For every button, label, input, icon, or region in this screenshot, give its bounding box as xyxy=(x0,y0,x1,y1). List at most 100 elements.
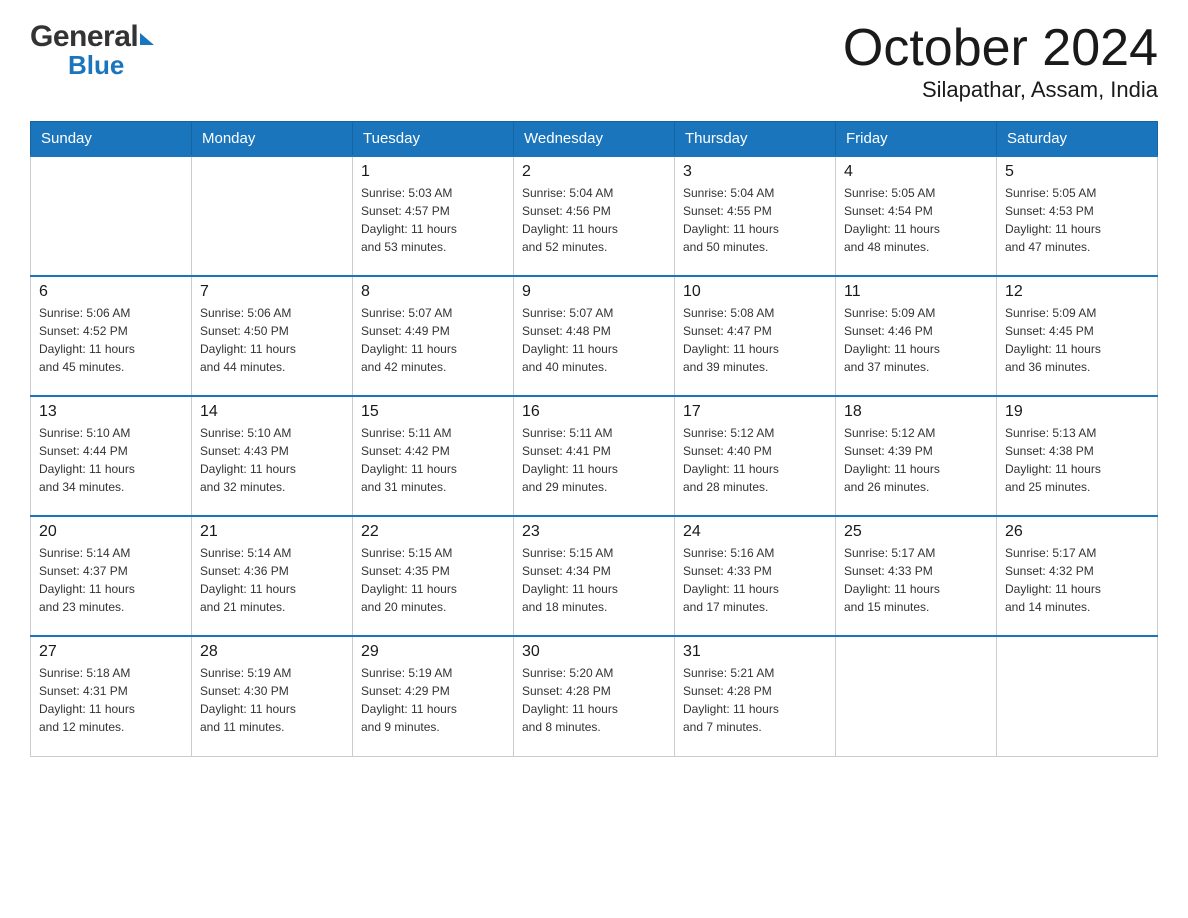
table-row: 14 Sunrise: 5:10 AMSunset: 4:43 PMDayligh… xyxy=(192,396,353,516)
col-sunday: Sunday xyxy=(31,122,192,157)
day-number: 6 xyxy=(39,283,183,301)
day-info: Sunrise: 5:19 AMSunset: 4:29 PMDaylight:… xyxy=(361,664,505,736)
day-info: Sunrise: 5:20 AMSunset: 4:28 PMDaylight:… xyxy=(522,664,666,736)
table-row: 25Sunrise: 5:17 AMSunset: 4:33 PMDayligh… xyxy=(836,516,997,636)
calendar-subtitle: Silapathar, Assam, India xyxy=(843,77,1158,103)
day-number: 3 xyxy=(683,163,827,181)
logo: General Blue xyxy=(30,20,154,81)
table-row xyxy=(31,156,192,276)
table-row: 28 Sunrise: 5:19 AMSunset: 4:30 PMDayligh… xyxy=(192,636,353,756)
table-row: 23Sunrise: 5:15 AMSunset: 4:34 PMDayligh… xyxy=(514,516,675,636)
day-info: Sunrise: 5:16 AMSunset: 4:33 PMDaylight:… xyxy=(683,544,827,616)
table-row: 13Sunrise: 5:10 AMSunset: 4:44 PMDayligh… xyxy=(31,396,192,516)
day-info: Sunrise: 5:10 AMSunset: 4:43 PMDaylight:… xyxy=(200,424,344,496)
table-row: 2Sunrise: 5:04 AMSunset: 4:56 PMDaylight… xyxy=(514,156,675,276)
day-info: Sunrise: 5:04 AMSunset: 4:55 PMDaylight:… xyxy=(683,184,827,256)
table-row: 17 Sunrise: 5:12 AMSunset: 4:40 PMDayligh… xyxy=(675,396,836,516)
day-info: Sunrise: 5:12 AMSunset: 4:39 PMDaylight:… xyxy=(844,424,988,496)
day-info: Sunrise: 5:05 AMSunset: 4:54 PMDaylight:… xyxy=(844,184,988,256)
day-info: Sunrise: 5:10 AMSunset: 4:44 PMDaylight:… xyxy=(39,424,183,496)
day-info: Sunrise: 5:07 AMSunset: 4:49 PMDaylight:… xyxy=(361,304,505,376)
table-row: 30Sunrise: 5:20 AMSunset: 4:28 PMDayligh… xyxy=(514,636,675,756)
day-info: Sunrise: 5:07 AMSunset: 4:48 PMDaylight:… xyxy=(522,304,666,376)
table-row: 20Sunrise: 5:14 AMSunset: 4:37 PMDayligh… xyxy=(31,516,192,636)
calendar-week-row: 6 Sunrise: 5:06 AMSunset: 4:52 PMDaylight… xyxy=(31,276,1158,396)
day-info: Sunrise: 5:18 AMSunset: 4:31 PMDaylight:… xyxy=(39,664,183,736)
day-info: Sunrise: 5:05 AMSunset: 4:53 PMDaylight:… xyxy=(1005,184,1149,256)
day-number: 26 xyxy=(1005,523,1149,541)
title-block: October 2024 Silapathar, Assam, India xyxy=(843,20,1158,103)
day-number: 5 xyxy=(1005,163,1149,181)
col-wednesday: Wednesday xyxy=(514,122,675,157)
day-info: Sunrise: 5:15 AMSunset: 4:35 PMDaylight:… xyxy=(361,544,505,616)
col-friday: Friday xyxy=(836,122,997,157)
col-tuesday: Tuesday xyxy=(353,122,514,157)
table-row: 8 Sunrise: 5:07 AMSunset: 4:49 PMDaylight… xyxy=(353,276,514,396)
logo-blue-text: Blue xyxy=(68,50,124,81)
day-number: 18 xyxy=(844,403,988,421)
day-number: 14 xyxy=(200,403,344,421)
day-number: 8 xyxy=(361,283,505,301)
day-number: 17 xyxy=(683,403,827,421)
table-row: 6 Sunrise: 5:06 AMSunset: 4:52 PMDaylight… xyxy=(31,276,192,396)
table-row: 26 Sunrise: 5:17 AMSunset: 4:32 PMDayligh… xyxy=(997,516,1158,636)
table-row: 27 Sunrise: 5:18 AMSunset: 4:31 PMDayligh… xyxy=(31,636,192,756)
table-row: 9 Sunrise: 5:07 AMSunset: 4:48 PMDaylight… xyxy=(514,276,675,396)
day-number: 10 xyxy=(683,283,827,301)
day-number: 19 xyxy=(1005,403,1149,421)
day-number: 27 xyxy=(39,643,183,661)
day-number: 9 xyxy=(522,283,666,301)
table-row: 21Sunrise: 5:14 AMSunset: 4:36 PMDayligh… xyxy=(192,516,353,636)
table-row xyxy=(192,156,353,276)
table-row: 31Sunrise: 5:21 AMSunset: 4:28 PMDayligh… xyxy=(675,636,836,756)
calendar-week-row: 20Sunrise: 5:14 AMSunset: 4:37 PMDayligh… xyxy=(31,516,1158,636)
day-number: 21 xyxy=(200,523,344,541)
day-info: Sunrise: 5:06 AMSunset: 4:52 PMDaylight:… xyxy=(39,304,183,376)
table-row: 12 Sunrise: 5:09 AMSunset: 4:45 PMDayligh… xyxy=(997,276,1158,396)
table-row: 16Sunrise: 5:11 AMSunset: 4:41 PMDayligh… xyxy=(514,396,675,516)
day-info: Sunrise: 5:09 AMSunset: 4:46 PMDaylight:… xyxy=(844,304,988,376)
day-info: Sunrise: 5:19 AMSunset: 4:30 PMDaylight:… xyxy=(200,664,344,736)
day-info: Sunrise: 5:14 AMSunset: 4:37 PMDaylight:… xyxy=(39,544,183,616)
col-saturday: Saturday xyxy=(997,122,1158,157)
day-number: 23 xyxy=(522,523,666,541)
day-number: 24 xyxy=(683,523,827,541)
calendar-table: Sunday Monday Tuesday Wednesday Thursday… xyxy=(30,121,1158,757)
day-info: Sunrise: 5:06 AMSunset: 4:50 PMDaylight:… xyxy=(200,304,344,376)
day-number: 28 xyxy=(200,643,344,661)
day-info: Sunrise: 5:17 AMSunset: 4:33 PMDaylight:… xyxy=(844,544,988,616)
calendar-week-row: 13Sunrise: 5:10 AMSunset: 4:44 PMDayligh… xyxy=(31,396,1158,516)
table-row: 24 Sunrise: 5:16 AMSunset: 4:33 PMDayligh… xyxy=(675,516,836,636)
weekday-header-row: Sunday Monday Tuesday Wednesday Thursday… xyxy=(31,122,1158,157)
day-info: Sunrise: 5:12 AMSunset: 4:40 PMDaylight:… xyxy=(683,424,827,496)
day-number: 15 xyxy=(361,403,505,421)
table-row: 15 Sunrise: 5:11 AMSunset: 4:42 PMDayligh… xyxy=(353,396,514,516)
calendar-title: October 2024 xyxy=(843,20,1158,77)
day-info: Sunrise: 5:04 AMSunset: 4:56 PMDaylight:… xyxy=(522,184,666,256)
day-number: 12 xyxy=(1005,283,1149,301)
day-number: 16 xyxy=(522,403,666,421)
day-info: Sunrise: 5:03 AMSunset: 4:57 PMDaylight:… xyxy=(361,184,505,256)
day-info: Sunrise: 5:08 AMSunset: 4:47 PMDaylight:… xyxy=(683,304,827,376)
day-info: Sunrise: 5:11 AMSunset: 4:42 PMDaylight:… xyxy=(361,424,505,496)
day-number: 11 xyxy=(844,283,988,301)
table-row xyxy=(836,636,997,756)
table-row: 19Sunrise: 5:13 AMSunset: 4:38 PMDayligh… xyxy=(997,396,1158,516)
table-row: 22Sunrise: 5:15 AMSunset: 4:35 PMDayligh… xyxy=(353,516,514,636)
col-monday: Monday xyxy=(192,122,353,157)
day-info: Sunrise: 5:09 AMSunset: 4:45 PMDaylight:… xyxy=(1005,304,1149,376)
day-info: Sunrise: 5:17 AMSunset: 4:32 PMDaylight:… xyxy=(1005,544,1149,616)
col-thursday: Thursday xyxy=(675,122,836,157)
calendar-week-row: 1Sunrise: 5:03 AMSunset: 4:57 PMDaylight… xyxy=(31,156,1158,276)
day-number: 4 xyxy=(844,163,988,181)
table-row: 7Sunrise: 5:06 AMSunset: 4:50 PMDaylight… xyxy=(192,276,353,396)
table-row: 1Sunrise: 5:03 AMSunset: 4:57 PMDaylight… xyxy=(353,156,514,276)
day-number: 29 xyxy=(361,643,505,661)
logo-general-text: General xyxy=(30,20,138,54)
table-row xyxy=(997,636,1158,756)
table-row: 29 Sunrise: 5:19 AMSunset: 4:29 PMDayligh… xyxy=(353,636,514,756)
page-header: General Blue October 2024 Silapathar, As… xyxy=(30,20,1158,103)
table-row: 5 Sunrise: 5:05 AMSunset: 4:53 PMDaylight… xyxy=(997,156,1158,276)
day-info: Sunrise: 5:21 AMSunset: 4:28 PMDaylight:… xyxy=(683,664,827,736)
table-row: 18 Sunrise: 5:12 AMSunset: 4:39 PMDayligh… xyxy=(836,396,997,516)
